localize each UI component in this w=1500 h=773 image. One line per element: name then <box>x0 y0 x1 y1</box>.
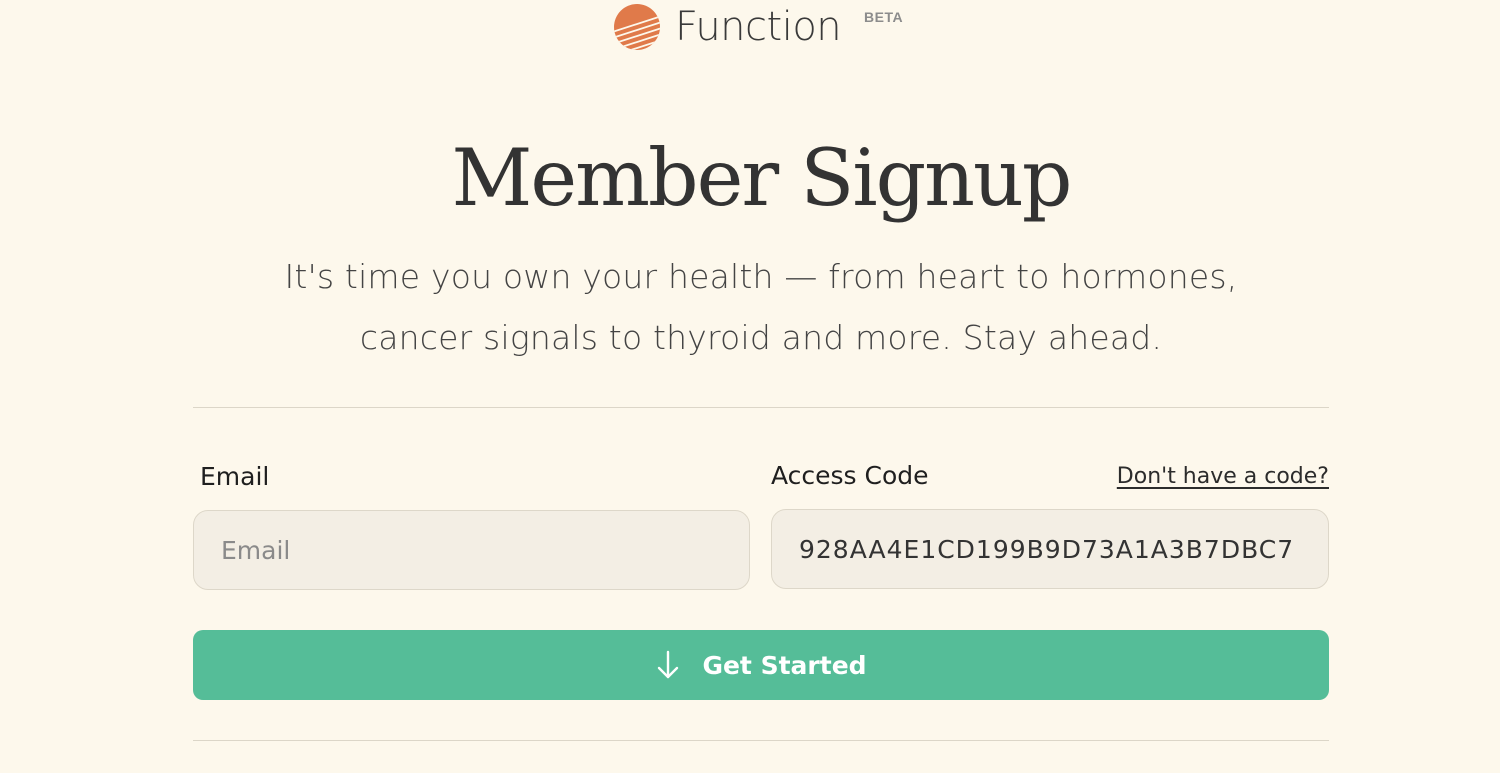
get-started-label: Get Started <box>702 650 867 680</box>
brand-name: Function <box>675 4 842 50</box>
access-code-label: Access Code <box>771 461 929 490</box>
brand-logo[interactable]: Function <box>613 2 842 52</box>
access-code-input[interactable] <box>771 509 1329 589</box>
get-started-button[interactable]: Get Started <box>193 630 1329 700</box>
beta-badge: BETA <box>864 9 904 25</box>
arrow-down-icon <box>658 650 679 679</box>
email-input[interactable] <box>193 510 750 590</box>
sun-stripes-logo-icon <box>614 4 660 50</box>
email-label: Email <box>200 462 270 491</box>
section-divider-bottom <box>193 740 1329 741</box>
page-subtitle: It's time you own your health — from hea… <box>284 257 1238 357</box>
page-title: Member Signup <box>451 132 1072 224</box>
no-code-link[interactable]: Don't have a code? <box>1089 462 1329 492</box>
section-divider-top <box>193 407 1329 408</box>
